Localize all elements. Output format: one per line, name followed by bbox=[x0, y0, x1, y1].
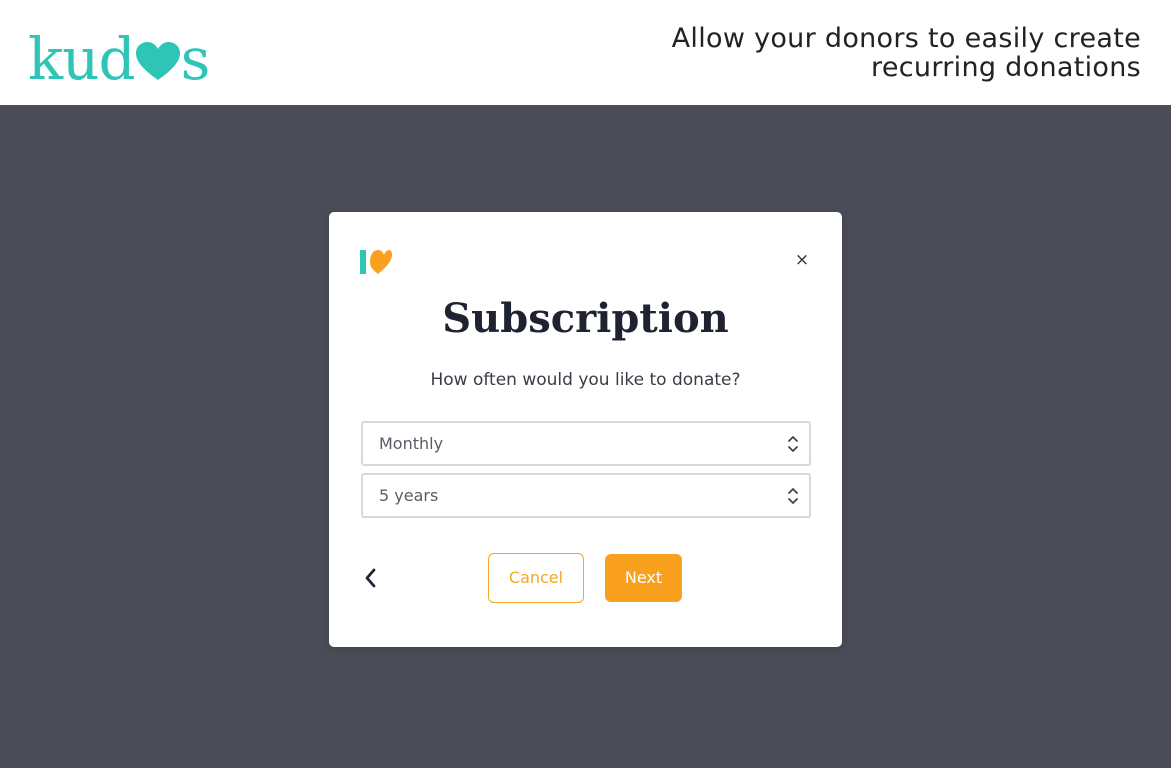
kudos-mini-logo-icon bbox=[360, 250, 392, 274]
tagline-line-1: Allow your donors to easily create bbox=[671, 23, 1141, 54]
duration-select-value: 5 years bbox=[379, 486, 439, 505]
logo-text-suffix: s bbox=[180, 25, 211, 93]
tagline-line-2: recurring donations bbox=[871, 52, 1141, 83]
duration-select[interactable]: 5 years bbox=[361, 473, 811, 518]
logo-text-prefix: kud bbox=[28, 25, 136, 93]
chevron-up-down-icon bbox=[788, 436, 798, 452]
frequency-question: How often would you like to donate? bbox=[430, 370, 741, 390]
frequency-select-value: Monthly bbox=[379, 434, 444, 453]
tagline: Allow your donors to easily create recur… bbox=[621, 24, 1141, 82]
top-banner: kud s Allow your donors to easily create… bbox=[0, 0, 1171, 105]
frequency-select[interactable]: Monthly bbox=[361, 421, 811, 466]
heart-icon bbox=[135, 42, 180, 80]
kudos-logo: kud s bbox=[28, 18, 211, 93]
cancel-button[interactable]: Cancel bbox=[488, 553, 584, 603]
close-icon[interactable]: × bbox=[792, 248, 812, 272]
chevron-up-down-icon bbox=[788, 488, 798, 504]
chevron-left-icon[interactable] bbox=[362, 567, 380, 589]
modal-title: Subscription bbox=[442, 295, 729, 342]
subscription-modal: × Subscription How often would you like … bbox=[329, 212, 842, 647]
next-button[interactable]: Next bbox=[605, 554, 682, 602]
